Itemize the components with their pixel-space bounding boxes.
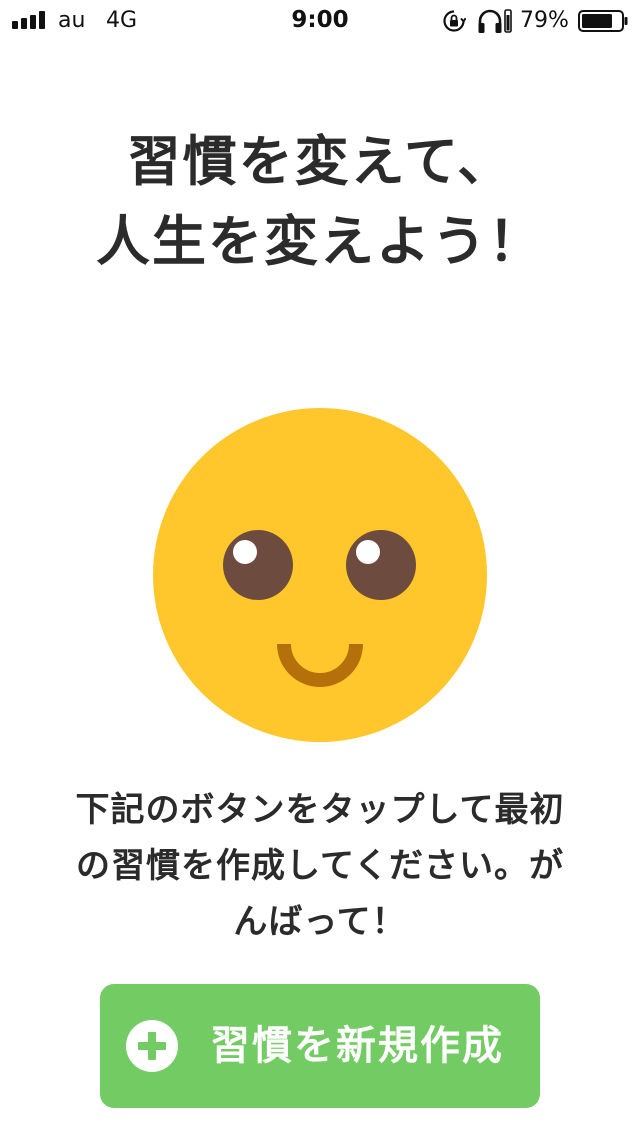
left-eye	[223, 530, 293, 600]
left-eye-highlight	[233, 540, 257, 564]
headline-line-1: 習慣を変えて、	[126, 130, 514, 193]
headline-line-2: 人生を変えよう！	[96, 210, 544, 273]
right-eye-highlight	[356, 540, 380, 564]
smiley-face-icon	[153, 408, 487, 742]
headline: 習慣を変えて、 人生を変えよう！	[0, 122, 640, 282]
instruction-message: 下記のボタンをタップして最初 の習慣を作成してください。が んばって！	[40, 782, 600, 950]
message-line-1: 下記のボタンをタップして最初	[75, 790, 565, 830]
plus-circle-icon	[126, 1020, 178, 1072]
battery-icon	[578, 10, 628, 32]
smiley-face	[153, 408, 487, 742]
right-eye	[346, 530, 416, 600]
headphones-icon	[478, 9, 512, 33]
create-habit-button[interactable]: 習慣を新規作成	[100, 984, 540, 1108]
battery-percentage: 79%	[520, 8, 569, 33]
message-line-3: んばって！	[233, 902, 407, 942]
orientation-lock-icon	[443, 10, 466, 32]
create-habit-button-label: 習慣を新規作成	[210, 1023, 504, 1069]
message-line-2: の習慣を作成してください。が	[76, 846, 564, 886]
status-bar: au 4G 9:00 79%	[0, 0, 640, 40]
